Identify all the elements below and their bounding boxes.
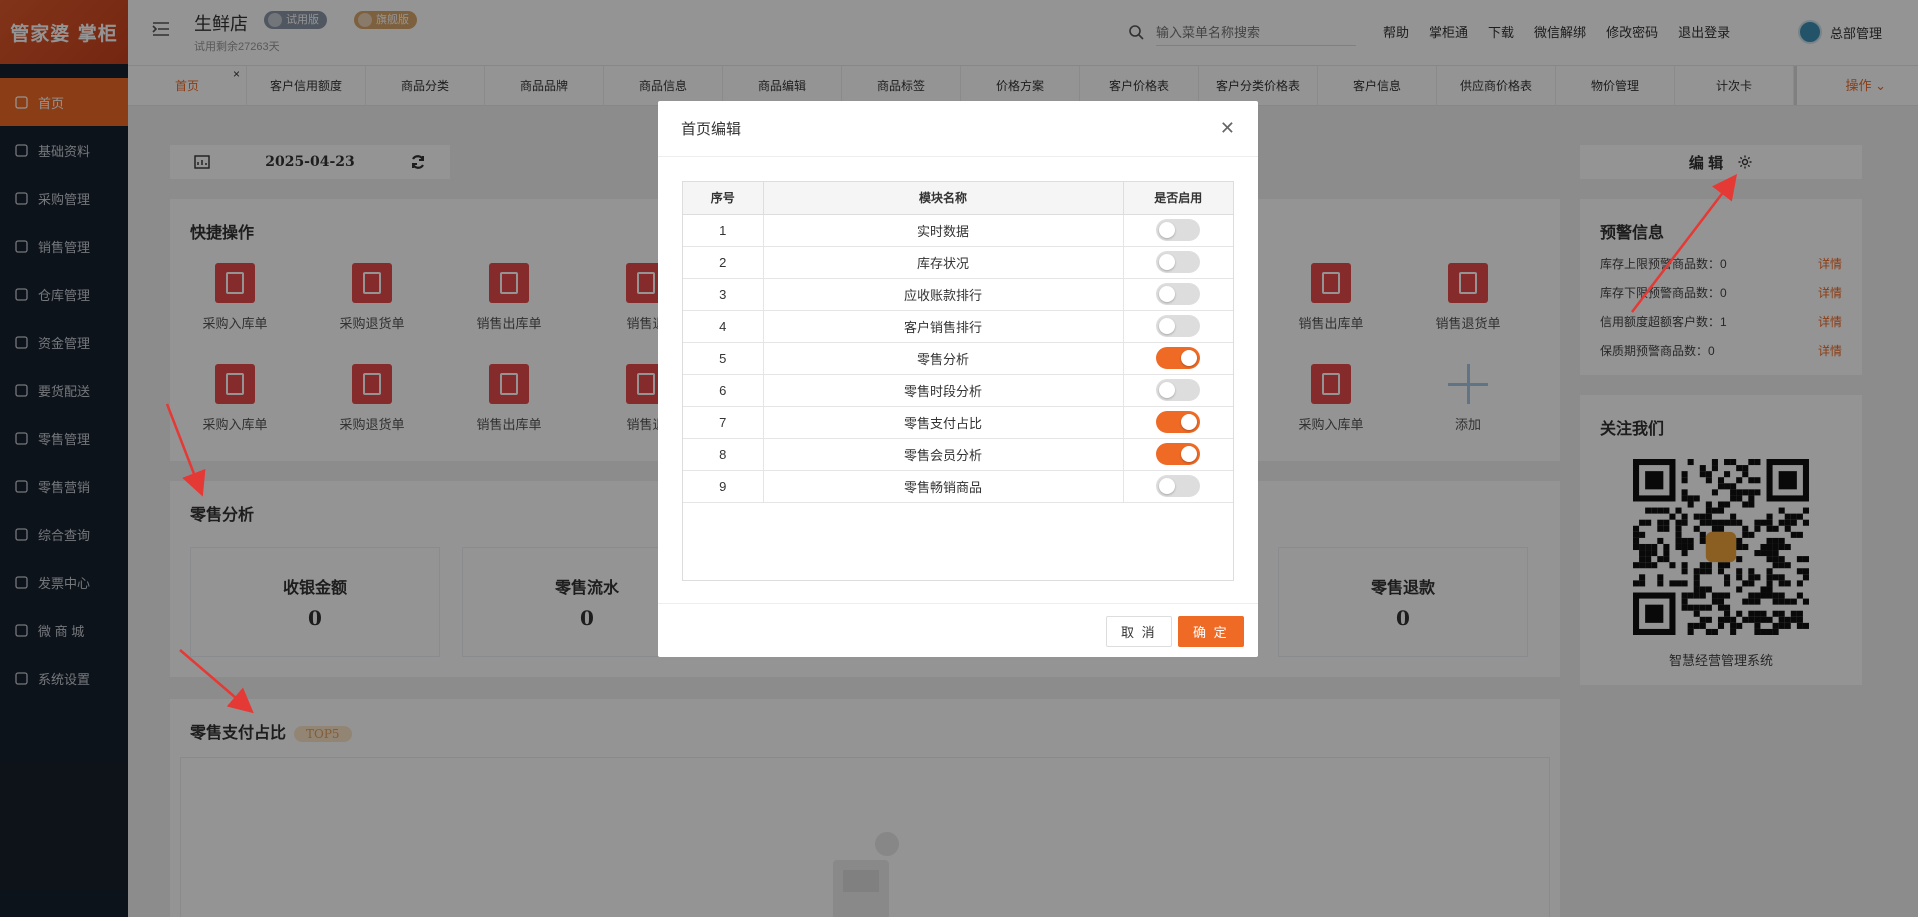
- enable-toggle[interactable]: [1156, 219, 1201, 241]
- col-no: 序号: [683, 182, 764, 215]
- arrow-to-retail-analysis: [165, 403, 206, 497]
- row-module-name: 应收账款排行: [763, 278, 1124, 311]
- enable-toggle[interactable]: [1156, 347, 1201, 369]
- modal-title: 首页编辑: [681, 121, 742, 138]
- row-enabled-cell: [1123, 310, 1233, 343]
- row-enabled-cell: [1123, 214, 1233, 247]
- module-row: 8 零售会员分析: [683, 438, 1233, 471]
- row-module-name: 零售会员分析: [763, 438, 1124, 471]
- row-module-name: 实时数据: [763, 214, 1124, 247]
- module-row: 4 客户销售排行: [683, 310, 1233, 343]
- enable-toggle[interactable]: [1156, 443, 1201, 465]
- row-enabled-cell: [1123, 374, 1233, 407]
- row-no: 3: [683, 278, 764, 311]
- module-table: 序号 模块名称 是否启用 1 实时数据 2 库存状况 3 应收账款排行 4 客户销售排行 5 零售…: [682, 181, 1234, 581]
- row-no: 7: [683, 406, 764, 439]
- module-row: 6 零售时段分析: [683, 374, 1233, 407]
- row-no: 1: [683, 214, 764, 247]
- enable-toggle[interactable]: [1156, 475, 1201, 497]
- row-module-name: 客户销售排行: [763, 310, 1124, 343]
- enable-toggle[interactable]: [1156, 283, 1201, 305]
- row-no: 5: [683, 342, 764, 375]
- confirm-button[interactable]: 确 定: [1178, 616, 1244, 647]
- modal-header: 首页编辑 ✕: [658, 101, 1258, 157]
- row-enabled-cell: [1123, 438, 1233, 471]
- row-module-name: 零售时段分析: [763, 374, 1124, 407]
- row-no: 9: [683, 470, 764, 503]
- row-enabled-cell: [1123, 342, 1233, 375]
- row-module-name: 库存状况: [763, 246, 1124, 279]
- enable-toggle[interactable]: [1156, 315, 1201, 337]
- row-enabled-cell: [1123, 278, 1233, 311]
- arrow-to-payment-share: [179, 649, 254, 714]
- row-module-name: 零售支付占比: [763, 406, 1124, 439]
- row-no: 2: [683, 246, 764, 279]
- module-row: 7 零售支付占比: [683, 406, 1233, 439]
- module-row: 5 零售分析: [683, 342, 1233, 375]
- col-enabled: 是否启用: [1123, 182, 1233, 215]
- enable-toggle[interactable]: [1156, 411, 1201, 433]
- col-module-name: 模块名称: [763, 182, 1124, 215]
- row-module-name: 零售分析: [763, 342, 1124, 375]
- close-icon[interactable]: ✕: [1220, 118, 1235, 139]
- module-row: 9 零售畅销商品: [683, 470, 1233, 503]
- enable-toggle[interactable]: [1156, 251, 1201, 273]
- row-no: 4: [683, 310, 764, 343]
- module-row: 1 实时数据: [683, 214, 1233, 247]
- row-enabled-cell: [1123, 246, 1233, 279]
- cancel-button[interactable]: 取 消: [1106, 616, 1172, 647]
- row-enabled-cell: [1123, 406, 1233, 439]
- enable-toggle[interactable]: [1156, 379, 1201, 401]
- row-no: 8: [683, 438, 764, 471]
- row-enabled-cell: [1123, 470, 1233, 503]
- module-row: 2 库存状况: [683, 246, 1233, 279]
- row-no: 6: [683, 374, 764, 407]
- home-edit-modal: 首页编辑 ✕ 序号 模块名称 是否启用 1 实时数据 2 库存状况 3 应收账款排行 4 客户…: [658, 101, 1258, 657]
- module-row: 3 应收账款排行: [683, 278, 1233, 311]
- modal-footer: 取 消 确 定: [658, 603, 1258, 657]
- row-module-name: 零售畅销商品: [763, 470, 1124, 503]
- arrow-to-edit-button: [1631, 174, 1738, 313]
